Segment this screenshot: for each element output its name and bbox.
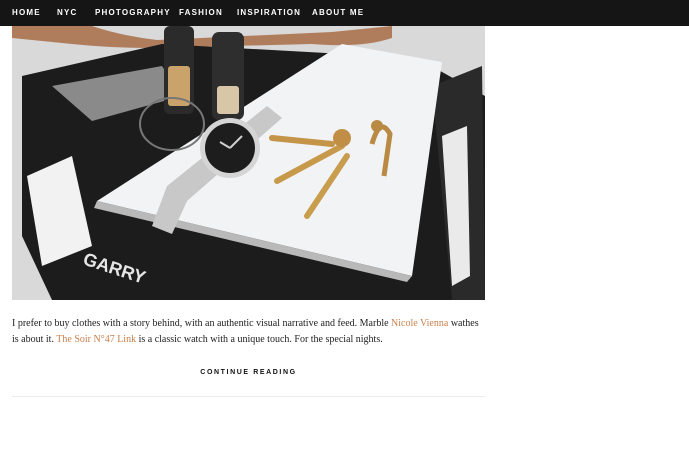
nav-item-fashion[interactable]: FASHION [179, 8, 223, 18]
nav-item-home[interactable]: HOME [12, 8, 41, 18]
hero-image[interactable]: GARRY [12, 26, 485, 300]
link-soir-n47[interactable]: The Soir N°47 Link [56, 334, 136, 345]
post-text-part-1: I prefer to buy clothes with a story beh… [12, 318, 392, 329]
key-ring [333, 129, 351, 147]
top-navigation: HOME NYC PHOTOGRAPHY FASHION INSPIRATION… [0, 0, 689, 26]
perfume-liquid-2 [217, 86, 239, 114]
post-excerpt: I prefer to buy clothes with a story beh… [12, 316, 484, 348]
post-divider [12, 396, 485, 397]
continue-reading-link[interactable]: CONTINUE READING [12, 369, 485, 376]
link-nicole-vienna[interactable]: Nicole Vienna [391, 318, 448, 329]
hero-photo-illustration: GARRY [12, 26, 485, 300]
nav-item-inspiration[interactable]: INSPIRATION [237, 8, 301, 18]
brass-hook-knob [371, 120, 383, 132]
nav-item-photography[interactable]: PHOTOGRAPHY [95, 8, 171, 18]
nav-item-about-me[interactable]: ABOUT ME [312, 8, 364, 18]
nav-item-nyc[interactable]: NYC [57, 8, 78, 18]
post-text-part-3: is a classic watch with a unique touch. … [136, 334, 383, 345]
